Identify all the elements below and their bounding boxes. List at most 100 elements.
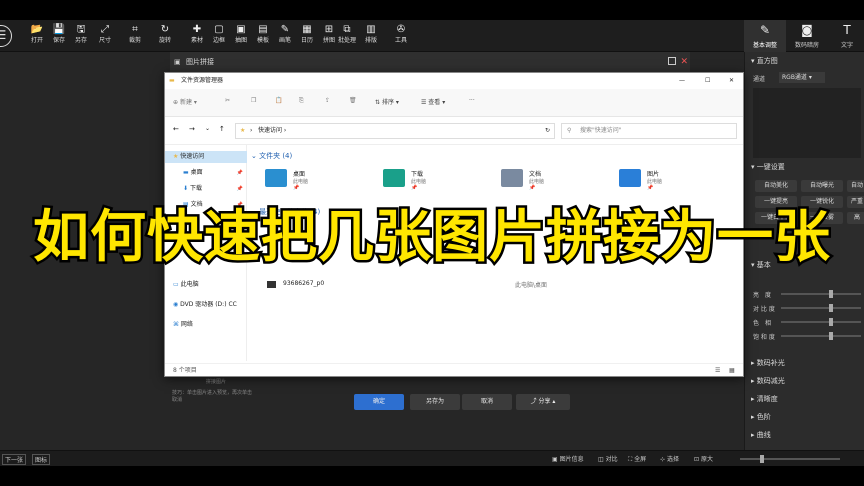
folder-item[interactable]: 图片 此电脑 📌 xyxy=(619,167,729,195)
browse-button[interactable]: 图标 xyxy=(32,454,51,465)
toolbar-item-label: 保存 xyxy=(52,37,65,44)
cut-icon[interactable]: ✂ xyxy=(225,97,230,104)
toolbar-tools-button[interactable]: ✇ 工具 xyxy=(390,23,412,49)
tab-text[interactable]: T 文字 xyxy=(826,20,864,52)
toolbar-material-button[interactable]: ✚ 素材 xyxy=(186,23,208,49)
close-icon[interactable]: ✕ xyxy=(680,52,688,72)
paste-icon[interactable]: 📋 xyxy=(275,97,282,104)
up-icon[interactable]: ↑ xyxy=(219,125,225,133)
tab-basic-adjust[interactable]: ✎ 基本调整 xyxy=(744,20,786,52)
nav-item-computer[interactable]: ▭ 此电脑 xyxy=(165,279,247,291)
minimize-icon[interactable]: — xyxy=(679,73,685,89)
nav-item-star[interactable]: ★ 快速访问 xyxy=(165,151,247,163)
image-info-button[interactable]: ▣ 图片信息 xyxy=(552,454,584,463)
cancel-button[interactable]: 取消 xyxy=(462,394,512,410)
refresh-icon[interactable]: ↻ xyxy=(545,124,550,138)
adjust-slider[interactable] xyxy=(781,304,861,312)
delete-icon[interactable]: 🗑 xyxy=(349,97,357,104)
slider-knob[interactable] xyxy=(829,290,833,298)
tiles-view-icon[interactable]: ▦ xyxy=(729,364,735,376)
histogram-header[interactable]: ▾ 直方图 xyxy=(751,56,778,66)
one-click-header[interactable]: ▾ 一键设置 xyxy=(751,162,785,172)
compare-button[interactable]: ◫ 对比 xyxy=(598,454,618,463)
copy-icon[interactable]: ❐ xyxy=(251,97,256,104)
rotate-icon: ↻ xyxy=(160,24,170,35)
search-input[interactable]: ⚲ 搜索"快速访问" xyxy=(561,123,737,139)
collapsed-section-header[interactable]: ▸ 数码减光 xyxy=(751,376,785,386)
folders-group-header[interactable]: ⌄ 文件夹 (4) xyxy=(251,151,292,161)
recent-locations-icon[interactable]: ⌄ xyxy=(205,125,210,132)
template-icon: ▤ xyxy=(258,24,268,35)
nav-item-download[interactable]: ⬇ 下载 📌 xyxy=(165,183,247,195)
slider-label: 对 比 度 xyxy=(753,306,775,313)
slider-knob[interactable] xyxy=(829,304,833,312)
select-button[interactable]: ⊹ 选择 xyxy=(660,454,679,463)
maximize-icon[interactable]: ☐ xyxy=(705,73,710,89)
toolbar-rotate-button[interactable]: ↻ 旋转 xyxy=(154,23,176,49)
restore-icon[interactable] xyxy=(668,57,676,65)
top-letterbox xyxy=(0,0,864,20)
sort-button[interactable]: ⇅ 排序 ▾ xyxy=(375,97,399,106)
collapsed-section-header[interactable]: ▸ 曲线 xyxy=(751,430,771,440)
tab-digital-darkroom[interactable]: ◙ 数码暗房 xyxy=(786,20,828,52)
collapsed-section-header[interactable]: ▸ 色阶 xyxy=(751,412,771,422)
toolbar-brush-button[interactable]: ✎ 画笔 xyxy=(274,23,296,49)
one-click-button[interactable]: 自动美化 xyxy=(755,180,797,192)
nav-item-network[interactable]: ⌘ 网络 xyxy=(165,319,247,331)
nav-item-dvd-drive[interactable]: ◉ DVD 驱动器 (D:) CC xyxy=(165,299,247,311)
folder-item[interactable]: 下载 此电脑 📌 xyxy=(383,167,493,195)
toolbar-layout-button[interactable]: ▥ 排版 xyxy=(360,23,382,49)
app-menu-icon[interactable]: ☰ xyxy=(0,25,12,47)
confirm-button[interactable]: 确定 xyxy=(354,394,404,410)
adjust-slider[interactable] xyxy=(781,290,861,298)
rename-icon[interactable]: ⎘ xyxy=(299,97,304,105)
save-as-button[interactable]: 另存为 xyxy=(410,394,460,410)
back-icon[interactable]: ← xyxy=(173,125,179,133)
zoom-original-button[interactable]: ⊡ 原大 xyxy=(694,454,713,463)
adjust-slider[interactable] xyxy=(781,332,861,340)
toolbar-picture-button[interactable]: ▣ 抽图 xyxy=(230,23,252,49)
share-button[interactable]: ⤴ 分享 ▴ xyxy=(516,394,570,410)
one-click-button[interactable]: 自动曝光 xyxy=(801,180,843,192)
toolbar-crop-button[interactable]: ⌗ 裁剪 xyxy=(124,23,146,49)
more-icon[interactable]: ··· xyxy=(469,97,475,104)
fullscreen-button[interactable]: ⛶ 全屏 xyxy=(628,454,646,464)
toolbar-border-button[interactable]: ▢ 边框 xyxy=(208,23,230,49)
next-image-button[interactable]: 下一张 xyxy=(2,454,27,465)
forward-icon[interactable]: → xyxy=(189,125,195,133)
folder-item[interactable]: 桌面 此电脑 📌 xyxy=(265,167,375,195)
toolbar-save-button[interactable]: 💾 保存 xyxy=(48,23,70,49)
collapsed-section-header[interactable]: ▸ 清晰度 xyxy=(751,394,778,404)
calendar-icon: ▦ xyxy=(302,24,312,35)
view-button[interactable]: ☰ 查看 ▾ xyxy=(421,97,445,106)
toolbar-item-label: 边框 xyxy=(212,37,225,44)
material-icon: ✚ xyxy=(192,24,202,35)
nav-item-desktop[interactable]: ▬ 桌面 📌 xyxy=(165,167,247,179)
recent-file-row[interactable]: 93686267_p0 此电脑\桌面 xyxy=(249,279,739,291)
explorer-status-bar: 8 个项目 ☰ ▦ xyxy=(165,363,743,376)
channel-select[interactable]: RGB通道 ▾ xyxy=(779,72,825,83)
address-bar[interactable]: ★ › 快速访问 › ↻ xyxy=(235,123,555,139)
slider-knob[interactable] xyxy=(829,332,833,340)
details-view-icon[interactable]: ☰ xyxy=(715,364,720,376)
resize-icon: ⤢ xyxy=(101,24,109,35)
close-icon[interactable]: ✕ xyxy=(729,73,734,89)
explorer-address-row: ← → ⌄ ↑ ★ › 快速访问 › ↻ ⚲ 搜索"快速访问" xyxy=(165,117,743,145)
slider-knob[interactable] xyxy=(829,318,833,326)
zoom-slider-knob[interactable] xyxy=(760,455,764,463)
one-click-button[interactable]: 自动 xyxy=(847,180,864,192)
folder-item[interactable]: 文档 此电脑 📌 xyxy=(501,167,611,195)
border-icon: ▢ xyxy=(214,24,224,35)
toolbar-save-as-button[interactable]: 🖫 另存 xyxy=(70,23,92,49)
adjust-slider[interactable] xyxy=(781,318,861,326)
collapsed-section-header[interactable]: ▸ 数码补光 xyxy=(751,358,785,368)
toolbar-resize-button[interactable]: ⤢ 尺寸 xyxy=(94,23,116,49)
new-button[interactable]: ⊕ 新建 ▾ xyxy=(173,97,197,106)
share-icon[interactable]: ⇪ xyxy=(325,97,330,104)
toolbar-template-button[interactable]: ▤ 模板 xyxy=(252,23,274,49)
toolbar-folder-open-button[interactable]: 📂 打开 xyxy=(26,23,48,49)
toolbar-calendar-button[interactable]: ▦ 日历 xyxy=(296,23,318,49)
zoom-slider[interactable] xyxy=(740,455,840,463)
status-bar: 下一张 图标 ▣ 图片信息 ◫ 对比 ⛶ 全屏 ⊹ 选择 ⊡ 原大 xyxy=(0,450,864,466)
toolbar-batch-button[interactable]: ⧉ 批处理 xyxy=(336,23,358,49)
